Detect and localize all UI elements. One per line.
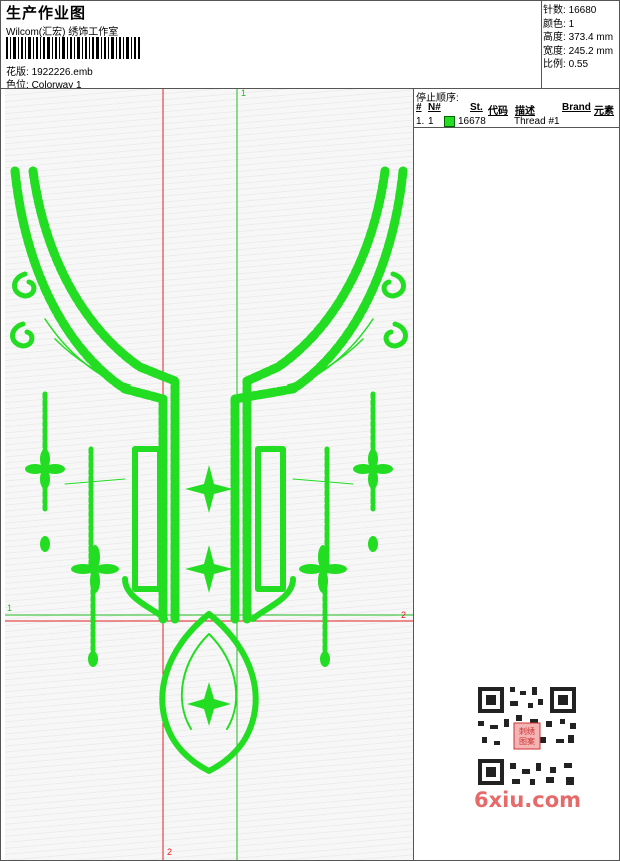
swirl-right-mid <box>383 321 408 349</box>
qr-code: 刺绣 图案 <box>470 679 584 793</box>
design-stats: 针数: 16680 颜色: 1 高度: 373.4 mm 宽度: 245.2 m… <box>543 4 613 72</box>
swirl-left-top <box>12 271 37 299</box>
stat-width: 宽度: 245.2 mm <box>543 45 614 57</box>
row-description: Thread #1 <box>514 116 560 127</box>
stat-stitches: 针数: 16680 <box>543 5 597 16</box>
guide-label-v1: 1 <box>241 89 247 98</box>
stat-height: 高度: 373.4 mm <box>543 32 614 44</box>
guide-label-h1: 1 <box>7 603 13 613</box>
barcode <box>6 37 140 59</box>
site-watermark: 6xiu.com <box>474 788 582 812</box>
page-title: 生产作业图 <box>6 5 87 22</box>
embroidery-design <box>5 89 413 860</box>
row-code: 16678 <box>458 116 486 127</box>
star-pendant <box>187 682 231 726</box>
col-needle: N# <box>428 102 441 113</box>
col-brand: Brand <box>562 102 591 113</box>
panel-right <box>255 446 286 592</box>
col-index: # <box>416 102 422 113</box>
bead-left-1 <box>40 536 50 552</box>
guide-label-h2: 2 <box>401 610 407 620</box>
bead-right-2 <box>320 651 330 667</box>
flower-left-top <box>25 449 65 489</box>
row-needle: 1 <box>428 116 434 127</box>
col-code: 代码 <box>488 106 508 117</box>
col-stitches: St. <box>470 102 483 113</box>
flower-right-top <box>353 449 393 489</box>
table-row[interactable]: 1. 1 16678 Thread #1 <box>416 116 616 128</box>
qr-stamp-line2: 图案 <box>519 736 535 746</box>
swirl-right-top <box>381 271 406 299</box>
bead-left-2 <box>88 651 98 667</box>
connector-left <box>64 478 126 485</box>
flower-left-bottom <box>71 545 119 593</box>
row-index: 1. <box>416 116 425 127</box>
design-canvas[interactable]: 1 1 2 2 <box>5 89 413 860</box>
guide-label-v2: 2 <box>167 847 173 857</box>
stat-colors: 颜色: 1 <box>543 18 575 30</box>
panel-divider <box>413 88 414 860</box>
qr-stamp-line1: 刺绣 <box>519 726 535 736</box>
thread-color-swatch <box>444 116 455 127</box>
col-element: 元素 <box>594 106 614 117</box>
swirl-left-mid <box>10 321 35 349</box>
stats-divider <box>541 0 542 88</box>
panel-left <box>132 446 163 592</box>
star-center-top <box>185 465 233 513</box>
stat-scale: 比例: 0.55 <box>543 59 589 71</box>
sequence-header: # N# St. 代码 描述 Brand 元素 <box>416 102 616 117</box>
company-name: Wilcom(汇宏) 绣饰工作室 <box>6 27 119 38</box>
connector-right <box>292 478 354 485</box>
flower-right-bottom <box>299 545 347 593</box>
bead-right-1 <box>368 536 378 552</box>
col-description: 描述 <box>515 106 535 117</box>
star-center-bottom <box>185 545 233 593</box>
